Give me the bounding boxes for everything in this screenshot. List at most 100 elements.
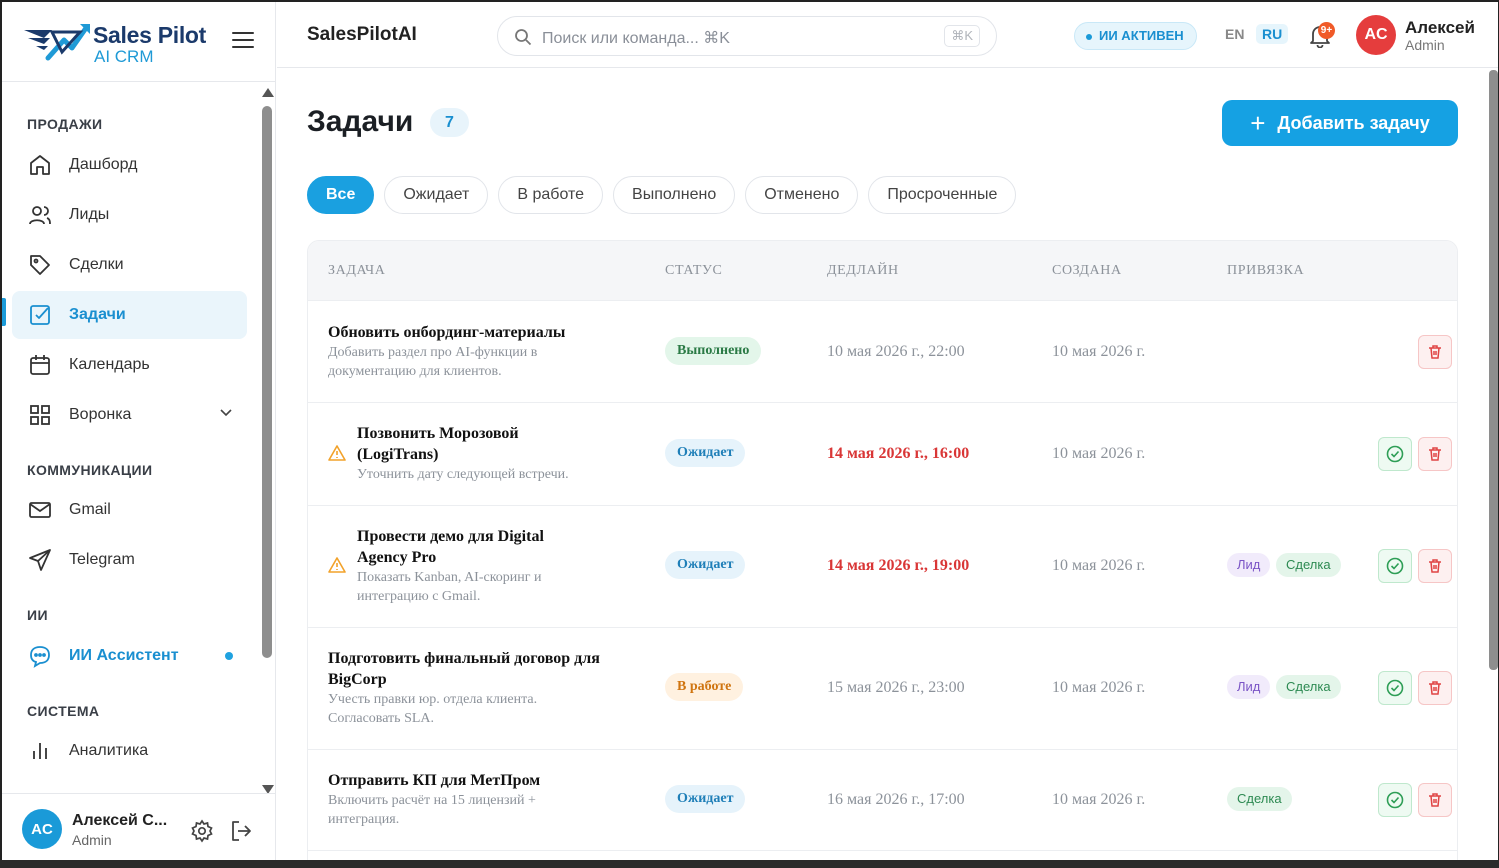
- sidebar-item-calendar[interactable]: Календарь: [12, 341, 247, 389]
- task-created: 10 мая 2026 г.: [1052, 791, 1146, 808]
- topbar: SalesPilotAI Поиск или команда... ⌘K ⌘K …: [277, 2, 1498, 68]
- table-header: ЗАДАЧА СТАТУС ДЕДЛАЙН СОЗДАНА ПРИВЯЗКА: [308, 241, 1457, 301]
- page-scrollbar[interactable]: [1489, 70, 1498, 670]
- table-row[interactable]: Отправить КП для МетПром Включить расчёт…: [308, 750, 1457, 851]
- complete-task-button[interactable]: [1378, 549, 1412, 583]
- logout-icon[interactable]: [229, 819, 253, 843]
- check-circle-icon: [1386, 557, 1404, 575]
- filter-overdue[interactable]: Просроченные: [868, 176, 1017, 214]
- sidebar-item-label: Аналитика: [69, 742, 149, 759]
- sidebar-item-label: Telegram: [69, 551, 135, 568]
- gear-icon[interactable]: [190, 819, 214, 843]
- table-row[interactable]: Обновить онбординг-материалы Добавить ра…: [308, 302, 1457, 403]
- sidebar-item-ai-assistant[interactable]: ИИ Ассистент: [12, 632, 247, 680]
- sidebar-item-dashboard[interactable]: Дашборд: [12, 141, 247, 189]
- sidebar-item-label: Сделки: [69, 256, 124, 273]
- brand: Sales Pilot AI CRM: [2, 2, 276, 82]
- sidebar-nav: ПРОДАЖИ Дашборд Лиды Сделки Задачи Кален…: [2, 83, 260, 793]
- task-description: Учесть правки юр. отдела клиента. Соглас…: [328, 692, 538, 726]
- tag-icon: [27, 252, 53, 278]
- link-tag-lead[interactable]: Лид: [1227, 553, 1271, 577]
- task-created: 10 мая 2026 г.: [1052, 557, 1146, 574]
- col-created[interactable]: СОЗДАНА: [1052, 263, 1122, 279]
- col-task[interactable]: ЗАДАЧА: [328, 263, 385, 279]
- avatar[interactable]: AC: [22, 809, 62, 849]
- delete-task-button[interactable]: [1418, 437, 1452, 471]
- grid-icon: [27, 402, 53, 428]
- search-input[interactable]: Поиск или команда... ⌘K ⌘K: [497, 16, 997, 56]
- col-status[interactable]: СТАТУС: [665, 263, 722, 279]
- filter-in-progress[interactable]: В работе: [498, 176, 604, 214]
- delete-task-button[interactable]: [1418, 671, 1452, 705]
- filter-pending[interactable]: Ожидает: [384, 176, 489, 214]
- task-deadline: 14 мая 2026 г., 19:00: [827, 557, 970, 574]
- shortcut-badge: ⌘K: [944, 25, 980, 47]
- complete-task-button[interactable]: [1378, 783, 1412, 817]
- sidebar-item-telegram[interactable]: Telegram: [12, 536, 247, 584]
- filter-all[interactable]: Все: [307, 176, 375, 214]
- col-link[interactable]: ПРИВЯЗКА: [1227, 263, 1304, 279]
- task-description: Уточнить дату следующей встречи.: [357, 467, 569, 482]
- task-deadline: 16 мая 2026 г., 17:00: [827, 791, 965, 808]
- lang-en-button[interactable]: EN: [1225, 26, 1244, 42]
- task-title[interactable]: Обновить онбординг-материалы: [328, 322, 628, 343]
- table-row[interactable]: Провести демо для Digital Agency Pro Пок…: [308, 506, 1457, 628]
- sidebar-scrollbar[interactable]: [260, 88, 274, 794]
- trash-icon: [1429, 681, 1441, 695]
- status-badge: Ожидает: [665, 551, 746, 579]
- users-icon: [27, 202, 53, 228]
- delete-task-button[interactable]: [1418, 783, 1452, 817]
- task-deadline: 10 мая 2026 г., 22:00: [827, 343, 965, 360]
- check-circle-icon: [1386, 679, 1404, 697]
- task-title[interactable]: Отправить КП для МетПром: [328, 770, 628, 791]
- complete-task-button[interactable]: [1378, 437, 1412, 471]
- filter-tabs: Все Ожидает В работе Выполнено Отменено …: [307, 176, 1017, 214]
- add-task-button[interactable]: + Добавить задачу: [1222, 100, 1458, 146]
- table-row[interactable]: Подготовить финальный договор для BigCor…: [308, 628, 1457, 750]
- sidebar-item-analytics[interactable]: Аналитика: [12, 727, 247, 775]
- main-content: Задачи 7 + Добавить задачу Все Ожидает В…: [277, 69, 1498, 866]
- complete-task-button[interactable]: [1378, 671, 1412, 705]
- col-deadline[interactable]: ДЕДЛАЙН: [827, 263, 899, 279]
- task-title[interactable]: Провести демо для Digital Agency Pro: [357, 526, 587, 568]
- delete-task-button[interactable]: [1418, 335, 1452, 369]
- brand-name: Sales Pilot: [93, 22, 207, 48]
- sidebar-item-deals[interactable]: Сделки: [12, 241, 247, 289]
- scroll-up-icon[interactable]: [262, 88, 274, 97]
- avatar[interactable]: AC: [1356, 15, 1396, 55]
- link-tag-deal[interactable]: Сделка: [1276, 553, 1341, 577]
- task-title[interactable]: Позвонить Морозовой (LogiTrans): [357, 423, 587, 465]
- status-badge: В работе: [665, 673, 744, 701]
- user-name: Алексей: [1405, 18, 1475, 37]
- task-created: 10 мая 2026 г.: [1052, 343, 1146, 360]
- sidebar-item-tasks[interactable]: Задачи: [12, 291, 247, 339]
- delete-task-button[interactable]: [1418, 549, 1452, 583]
- status-badge: Ожидает: [665, 785, 746, 813]
- filter-done[interactable]: Выполнено: [613, 176, 736, 214]
- mail-icon: [27, 497, 53, 523]
- link-tag-deal[interactable]: Сделка: [1227, 787, 1292, 811]
- table-row[interactable]: Позвонить Морозовой (LogiTrans) Уточнить…: [308, 403, 1457, 506]
- task-title[interactable]: Подготовить финальный договор для BigCor…: [328, 648, 618, 690]
- link-tag-lead[interactable]: Лид: [1227, 675, 1271, 699]
- task-created: 10 мая 2026 г.: [1052, 445, 1146, 462]
- sidebar-item-label: ИИ Ассистент: [69, 647, 179, 664]
- chevron-down-icon[interactable]: [219, 405, 233, 419]
- search-icon: [515, 29, 532, 46]
- sidebar-item-label: Лиды: [69, 206, 110, 223]
- task-description: Добавить раздел про AI-функции в докумен…: [328, 345, 538, 379]
- sidebar: Sales Pilot AI CRM ПРОДАЖИ Дашборд Лиды: [2, 2, 276, 866]
- scroll-thumb[interactable]: [262, 106, 272, 658]
- send-icon: [27, 547, 53, 573]
- app-title: SalesPilotAI: [307, 24, 417, 45]
- link-tag-deal[interactable]: Сделка: [1276, 675, 1341, 699]
- sidebar-item-leads[interactable]: Лиды: [12, 191, 247, 239]
- ai-status-badge: ИИ АКТИВЕН: [1074, 22, 1197, 50]
- taskbar-edge: [0, 860, 1499, 868]
- filter-cancelled[interactable]: Отменено: [745, 176, 859, 214]
- menu-toggle-icon[interactable]: [232, 32, 254, 50]
- lang-ru-button[interactable]: RU: [1256, 24, 1289, 44]
- sidebar-item-funnel[interactable]: Воронка: [12, 391, 247, 439]
- sidebar-item-gmail[interactable]: Gmail: [12, 486, 247, 534]
- chat-bot-icon: [27, 643, 53, 669]
